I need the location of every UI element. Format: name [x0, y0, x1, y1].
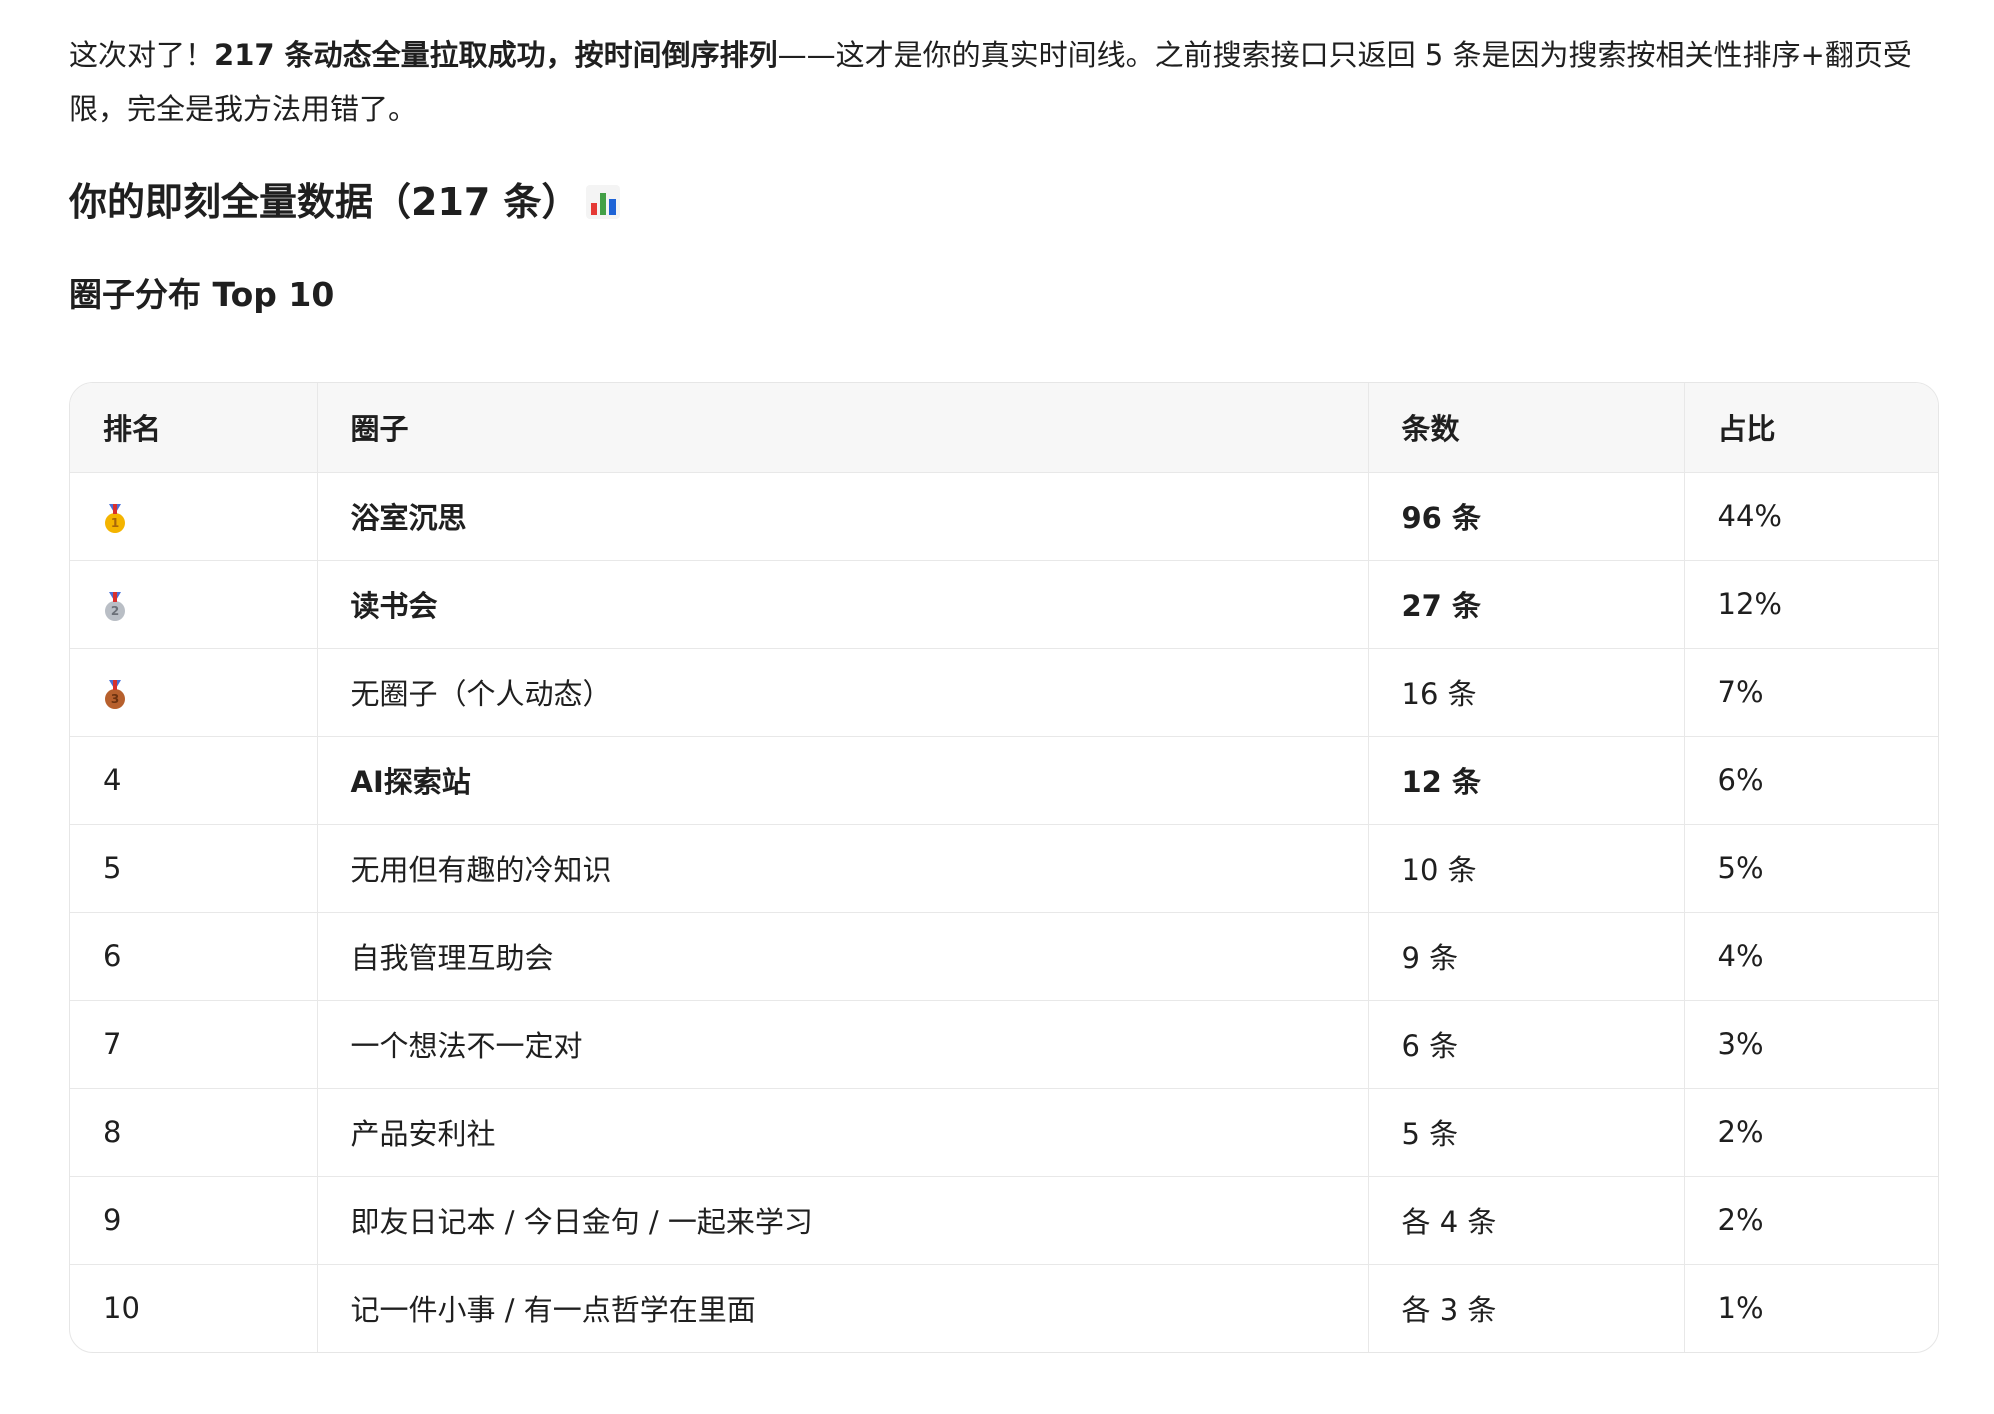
count-cell: 16 条 [1368, 648, 1685, 737]
rank-cell: 7 [70, 1000, 318, 1089]
share-cell: 4% [1684, 912, 1938, 1001]
table-row: 5 无用但有趣的冷知识 10 条 5% [70, 824, 1938, 913]
share-cell: 12% [1684, 560, 1938, 649]
rank-cell: 9 [70, 1176, 318, 1265]
count-cell: 各 3 条 [1368, 1264, 1685, 1352]
rank-cell: 4 [70, 736, 318, 825]
circle-name-cell: 即友日记本 / 今日金句 / 一起来学习 [317, 1176, 1369, 1265]
circle-name-cell: 无用但有趣的冷知识 [317, 824, 1369, 913]
count-cell: 各 4 条 [1368, 1176, 1685, 1265]
share-cell: 2% [1684, 1176, 1938, 1265]
circle-name-cell: 读书会 [317, 560, 1369, 649]
count-cell: 10 条 [1368, 824, 1685, 913]
bar-chart-icon [585, 185, 620, 219]
circle-name-cell: 一个想法不一定对 [317, 1000, 1369, 1089]
silver-medal-icon: 2 [103, 591, 127, 621]
share-cell: 5% [1684, 824, 1938, 913]
rank-cell: 10 [70, 1264, 318, 1352]
intro-bold: 217 条动态全量拉取成功，按时间倒序排列 [214, 38, 778, 72]
table-row: 2 读书会 27 条 12% [70, 560, 1938, 649]
chat-message: 这次对了！217 条动态全量拉取成功，按时间倒序排列——这才是你的真实时间线。之… [0, 0, 1949, 1353]
circle-name-cell: 记一件小事 / 有一点哲学在里面 [317, 1264, 1369, 1352]
intro-lead: 这次对了！ [69, 38, 215, 72]
table-header-row: 排名 圈子 条数 占比 [70, 383, 1938, 473]
table-row: 1 浴室沉思 96 条 44% [70, 472, 1938, 561]
share-cell: 2% [1684, 1088, 1938, 1177]
header-rank: 排名 [70, 383, 318, 473]
header-circle: 圈子 [317, 383, 1369, 473]
count-cell: 12 条 [1368, 736, 1685, 825]
bronze-medal-icon: 3 [103, 679, 127, 709]
circle-name-cell: 浴室沉思 [317, 472, 1369, 561]
count-cell: 6 条 [1368, 1000, 1685, 1089]
count-cell: 27 条 [1368, 560, 1685, 649]
circle-name-cell: 无圈子（个人动态） [317, 648, 1369, 737]
data-heading-text: 你的即刻全量数据（217 条） [69, 180, 580, 224]
gold-medal-icon: 1 [103, 503, 127, 533]
header-count: 条数 [1368, 383, 1685, 473]
circle-name-cell: 产品安利社 [317, 1088, 1369, 1177]
table-row: 8 产品安利社 5 条 2% [70, 1088, 1938, 1177]
circle-name-cell: 自我管理互助会 [317, 912, 1369, 1001]
table-row: 10 记一件小事 / 有一点哲学在里面各 3 条 1% [70, 1264, 1938, 1352]
circle-name-cell: AI探索站 [317, 736, 1369, 825]
share-cell: 6% [1684, 736, 1938, 825]
share-cell: 1% [1717, 1291, 1764, 1326]
share-cell: 44% [1684, 472, 1938, 561]
count-cell: 5 条 [1368, 1088, 1685, 1177]
rank-cell: 6 [70, 912, 318, 1001]
table-row: 7 一个想法不一定对 6 条 3% [70, 1000, 1938, 1089]
table-row: 3 无圈子（个人动态） 16 条 7% [70, 648, 1938, 737]
rank-cell: 8 [70, 1088, 318, 1177]
share-cell: 7% [1684, 648, 1938, 737]
intro-paragraph: 这次对了！217 条动态全量拉取成功，按时间倒序排列——这才是你的真实时间线。之… [69, 28, 1939, 136]
header-share: 占比 [1684, 383, 1938, 473]
share-cell: 3% [1684, 1000, 1938, 1089]
table-row: 9 即友日记本 / 今日金句 / 一起来学习各 4 条 2% [70, 1176, 1938, 1265]
rank-cell: 1 [70, 472, 318, 561]
circle-table: 排名 圈子 条数 占比 1 浴室沉思 96 条 44% 2 读书会 27 条 12% 3 无圈子（… [69, 382, 1939, 1353]
rank-cell: 2 [70, 560, 318, 649]
rank-cell: 5 [70, 824, 318, 913]
data-heading: 你的即刻全量数据（217 条） [69, 172, 1949, 232]
table-row: 6 自我管理互助会 9 条 4% [70, 912, 1938, 1001]
count-cell: 96 条 [1368, 472, 1685, 561]
rank-cell: 3 [70, 648, 318, 737]
count-cell: 9 条 [1368, 912, 1685, 1001]
circle-distribution-heading: 圈子分布 Top 10 [69, 275, 335, 314]
table-row: 4 AI探索站 12 条 6% [70, 736, 1938, 825]
